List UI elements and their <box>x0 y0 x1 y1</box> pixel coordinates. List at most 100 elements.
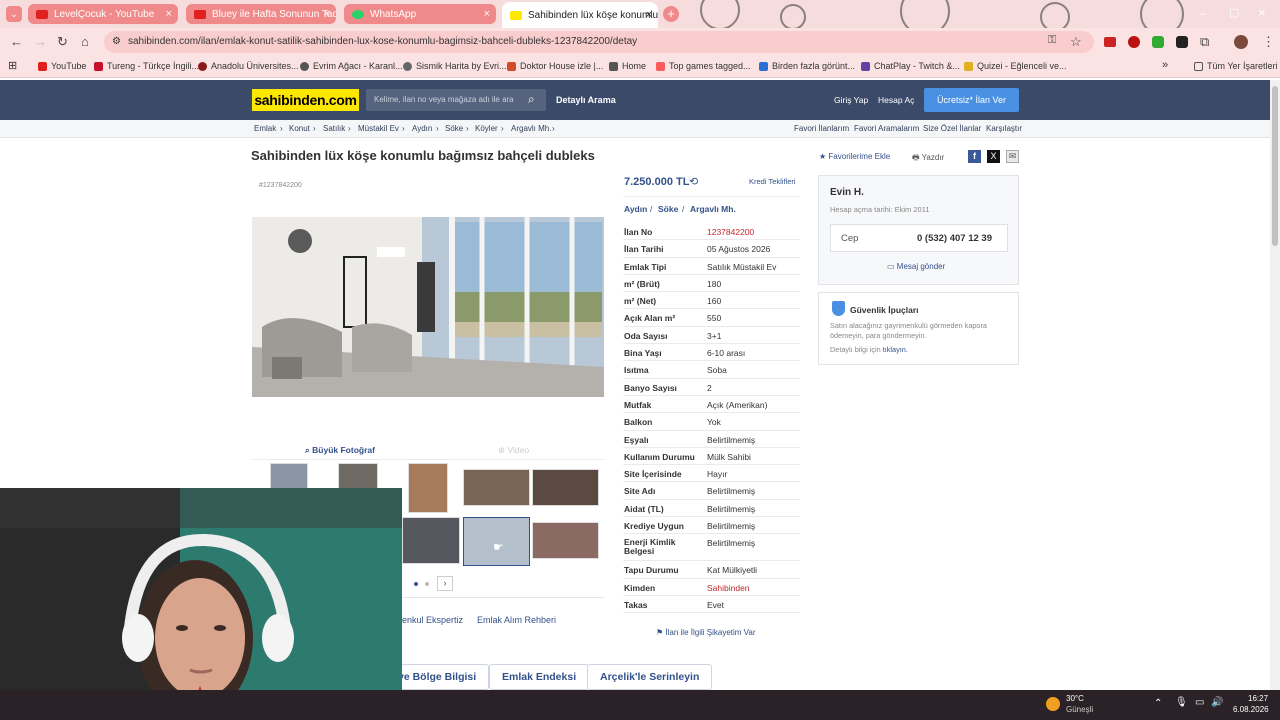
profile-avatar[interactable] <box>1234 35 1248 49</box>
display-icon[interactable]: ▭ <box>1195 697 1204 708</box>
personal-ads-link[interactable]: Size Özel İlanlar <box>923 124 981 133</box>
tab-list-icon[interactable]: ⌄ <box>6 6 22 22</box>
detailed-search-link[interactable]: Detaylı Arama <box>556 95 616 105</box>
location-neighborhood[interactable]: Argavlı Mh. <box>690 204 736 214</box>
bookmarks-overflow-icon[interactable]: » <box>1162 59 1168 71</box>
bookmark-evrim-agaci[interactable]: Evrim Ağacı - Karanl... <box>300 61 403 71</box>
tab-youtube-bluey[interactable]: Bluey ile Hafta Sonunun Tadını × <box>186 4 336 24</box>
compare-link[interactable]: Karşılaştır <box>986 124 1022 133</box>
breadcrumb-item[interactable]: Emlak <box>254 124 276 133</box>
microphone-icon[interactable]: 🎙 <box>1175 697 1188 708</box>
all-bookmarks[interactable]: Tüm Yer İşaretleri <box>1194 61 1278 71</box>
bookmark-itch[interactable]: Top games tagged... <box>656 61 751 71</box>
close-tab-icon[interactable]: × <box>166 8 172 20</box>
close-window-icon[interactable]: × <box>1258 5 1266 20</box>
bookmark-quizei[interactable]: Quizei - Eğlenceli ve... <box>964 61 1067 71</box>
tab-whatsapp[interactable]: WhatsApp × <box>344 4 496 24</box>
breadcrumb-item[interactable]: Müstakil Ev <box>358 124 399 133</box>
location-city[interactable]: Aydın <box>624 204 647 214</box>
photo-thumbnail[interactable] <box>408 463 448 513</box>
extensions-puzzle-icon[interactable]: ⧉ <box>1200 34 1209 50</box>
close-tab-icon[interactable]: × <box>646 9 652 21</box>
bookmark-sismik-harita[interactable]: Sismik Harita by Evri... <box>403 61 507 71</box>
photo-thumbnail[interactable] <box>402 517 460 564</box>
site-info-icon[interactable]: ⚙ <box>112 31 121 53</box>
breadcrumb-item[interactable]: Konut <box>289 124 310 133</box>
menu-kebab-icon[interactable]: ⋮ <box>1262 34 1275 50</box>
price-history-icon[interactable]: ⟲ <box>689 175 698 188</box>
breadcrumb-item[interactable]: Söke <box>445 124 463 133</box>
back-icon[interactable]: ← <box>10 34 23 49</box>
search-icon[interactable]: ⌕ <box>528 92 535 107</box>
bookmark-chatplay[interactable]: ChatPlay - Twitch &... <box>861 61 960 71</box>
reload-icon[interactable]: ↻ <box>57 34 68 50</box>
tab-sahibinden[interactable]: Sahibinden lüx köşe konumlu b × <box>502 2 658 28</box>
big-photo-button[interactable]: ⌕ Büyük Fotoğraf <box>305 445 375 456</box>
post-ad-button[interactable]: Ücretsiz* İlan Ver <box>924 88 1019 112</box>
bookmark-tureng[interactable]: Tureng - Türkçe İngili... <box>94 61 199 71</box>
minimize-icon[interactable]: – <box>1200 6 1207 20</box>
weather-sun-icon[interactable] <box>1046 697 1060 711</box>
tab-real-estate-index[interactable]: Emlak Endeksi <box>489 664 590 690</box>
tab-youtube-levelcocuk[interactable]: LevelÇocuk - YouTube × <box>28 4 178 24</box>
facebook-share-icon[interactable]: f <box>968 150 981 163</box>
send-message-link[interactable]: ▭ Mesaj gönder <box>887 262 945 271</box>
thumb-next-button[interactable]: › <box>437 576 453 591</box>
photo-thumbnail[interactable] <box>463 469 530 506</box>
extension-icon[interactable] <box>1104 37 1116 47</box>
thumb-pager-dot[interactable] <box>414 582 418 586</box>
page-scrollbar[interactable] <box>1270 80 1280 690</box>
extension-icon[interactable] <box>1152 36 1164 48</box>
new-tab-icon[interactable]: + <box>663 6 679 22</box>
breadcrumb-item[interactable]: Köyler <box>475 124 498 133</box>
scrollbar-thumb[interactable] <box>1272 86 1278 246</box>
photo-thumbnail[interactable] <box>270 463 308 490</box>
close-tab-icon[interactable]: × <box>324 8 330 20</box>
forward-icon[interactable]: → <box>34 34 47 49</box>
favorite-searches-link[interactable]: Favori Aramalarım <box>854 124 919 133</box>
bookmark-youtube[interactable]: YouTube <box>38 61 86 71</box>
bookmark-home[interactable]: Home <box>609 61 646 71</box>
extension-icon[interactable] <box>1176 36 1188 48</box>
complaint-link[interactable]: ⚑ İlan ile İlgili Şikayetim Var <box>656 628 756 637</box>
breadcrumb-item[interactable]: Satılık <box>323 124 345 133</box>
breadcrumb-item[interactable]: Aydın <box>412 124 432 133</box>
password-key-icon[interactable]: ⚿ <box>1048 34 1056 47</box>
seller-name[interactable]: Evin H. <box>830 187 864 198</box>
bookmark-anadolu[interactable]: Anadolu Üniversites... <box>198 61 299 71</box>
search-input[interactable]: Kelime, ilan no veya mağaza adı ile ara <box>366 89 546 111</box>
photo-thumbnail[interactable] <box>532 469 599 506</box>
maximize-icon[interactable]: ▢ <box>1229 6 1239 19</box>
favorite-ads-link[interactable]: Favori İlanlarım <box>794 124 849 133</box>
email-share-icon[interactable]: ✉ <box>1006 150 1019 163</box>
volume-icon[interactable]: 🔊 <box>1211 697 1223 708</box>
credit-offers-link[interactable]: Kredi Teklifleri <box>749 177 796 186</box>
fav-add-link[interactable]: ★ Favorilerime Ekle <box>819 152 890 161</box>
x-share-icon[interactable]: X <box>987 150 1000 163</box>
print-link[interactable]: 🖶 Yazdır <box>912 152 944 166</box>
sahibinden-logo[interactable]: sahibinden.com <box>252 89 359 111</box>
tray-chevron-icon[interactable]: ⌃ <box>1154 698 1162 709</box>
expertise-link[interactable]: enkul Ekspertiz <box>402 615 463 625</box>
extension-icon[interactable] <box>1128 36 1140 48</box>
bookmark-birden-fazla[interactable]: Birden fazla görünt... <box>759 61 855 71</box>
breadcrumb-item[interactable]: Argavlı Mh. <box>511 124 551 133</box>
register-link[interactable]: Hesap Aç <box>878 95 914 105</box>
close-tab-icon[interactable]: × <box>484 8 490 20</box>
photo-thumbnail[interactable] <box>338 463 378 490</box>
photo-thumbnail[interactable] <box>532 522 599 559</box>
clock-date[interactable]: 6.08.2026 <box>1233 705 1269 714</box>
thumb-pager-dot[interactable] <box>425 582 429 586</box>
bookmark-doktor-house[interactable]: Doktor House izle |... <box>507 61 603 71</box>
phone-box[interactable]: Cep 0 (532) 407 12 39 <box>830 224 1008 252</box>
security-more-link[interactable]: tıklayın. <box>883 345 908 354</box>
home-icon[interactable]: ⌂ <box>81 34 89 49</box>
buying-guide-link[interactable]: Emlak Alım Rehberi <box>477 615 556 625</box>
location-district[interactable]: Söke <box>658 204 678 214</box>
clock-time[interactable]: 16:27 <box>1248 694 1268 703</box>
login-link[interactable]: Giriş Yap <box>834 95 868 105</box>
main-photo[interactable] <box>252 217 604 397</box>
apps-grid-icon[interactable]: ⊞ <box>8 59 17 72</box>
video-button[interactable]: ⊕ Video <box>498 445 529 456</box>
url-bar[interactable]: ⚙ sahibinden.com/ilan/emlak-konut-satili… <box>104 31 1094 53</box>
